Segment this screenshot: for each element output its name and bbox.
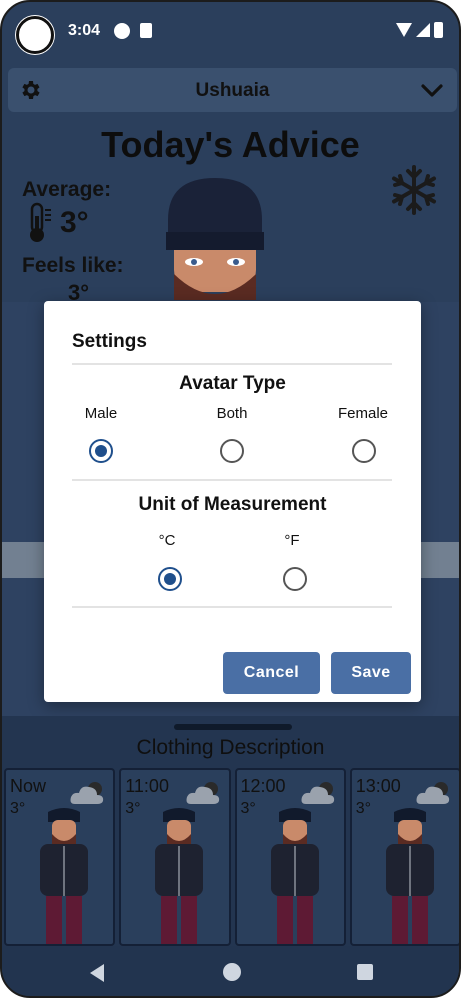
wifi-icon (396, 23, 412, 37)
sheet-drag-handle[interactable] (174, 724, 292, 730)
avatar-figure (385, 808, 434, 944)
option-label-female: Female (337, 405, 389, 422)
forecast-card[interactable]: 12:00 3° (234, 768, 346, 946)
cloud-icon (416, 782, 450, 804)
status-time: 3:04 (68, 22, 101, 39)
signal-icon (416, 23, 430, 37)
option-label-celsius: °C (158, 532, 176, 549)
save-button[interactable]: Save (331, 652, 411, 694)
dialog-title: Settings (72, 331, 147, 352)
option-label-fahrenheit: °F (284, 532, 300, 549)
location-header: Ushuaia (8, 68, 457, 112)
phone-screen: 3:04 Ushuaia Today's Advice Average: 3° (0, 0, 461, 998)
forecast-time: 11:00 (125, 776, 169, 796)
notification-icon (114, 23, 130, 39)
unit-fahrenheit-radio[interactable] (283, 567, 307, 591)
home-icon[interactable] (223, 963, 241, 981)
status-indicators (396, 22, 443, 38)
back-icon[interactable] (90, 964, 104, 982)
avatar-figure (155, 808, 204, 944)
cloud-icon (70, 782, 104, 804)
forecast-cards: Now 3° 11:00 3° 12:00 3° 13:00 3° (4, 768, 459, 946)
unit-section-title: Unit of Measurement (138, 494, 327, 515)
forecast-temp: 3° (125, 800, 141, 817)
feels-like-label: Feels like: (22, 254, 124, 277)
thermometer-icon (30, 202, 51, 242)
avatar-figure (270, 808, 319, 944)
clothing-title: Clothing Description (136, 736, 325, 759)
avatar-head (166, 178, 264, 300)
cancel-button[interactable]: Cancel (223, 652, 320, 694)
location-name: Ushuaia (195, 80, 270, 101)
average-temp-row: 3° (26, 202, 89, 244)
unit-celsius-radio[interactable] (158, 567, 182, 591)
avatar-female-radio[interactable] (352, 439, 376, 463)
forecast-card[interactable]: Now 3° (4, 768, 116, 946)
forecast-time: 12:00 (240, 776, 286, 796)
avatar-figure (40, 808, 88, 944)
forecast-time: Now (10, 776, 47, 796)
avatar-male-radio[interactable] (89, 439, 113, 463)
forecast-card[interactable]: 13:00 3° (349, 768, 459, 946)
option-label-both: Both (216, 405, 248, 422)
status-bar: 3:04 (2, 2, 459, 60)
system-nav-bar (2, 946, 459, 996)
cloud-icon (301, 782, 334, 804)
forecast-card[interactable]: 11:00 3° (119, 768, 231, 946)
snowflake-icon (392, 165, 436, 215)
chevron-down-icon[interactable] (419, 78, 445, 102)
divider (72, 479, 392, 481)
average-temp-value: 3° (60, 206, 89, 239)
forecast-temp: 3° (240, 800, 256, 817)
avatar-both-radio[interactable] (220, 439, 244, 463)
forecast-time: 13:00 (355, 776, 401, 796)
forecast-temp: 3° (355, 800, 372, 817)
sd-card-icon (140, 23, 152, 38)
recent-apps-icon[interactable] (357, 964, 373, 980)
page-title: Today's Advice (101, 124, 360, 165)
average-label: Average: (22, 178, 112, 201)
avatar-type-title: Avatar Type (179, 373, 286, 394)
camera-cutout (16, 16, 54, 54)
settings-dialog: Settings Avatar Type Male Both Female Un… (44, 301, 421, 702)
cloud-icon (186, 782, 219, 804)
clothing-sheet: Clothing Description Now 3° 11:00 3° 12:… (2, 716, 459, 946)
option-label-male: Male (84, 405, 118, 422)
forecast-temp: 3° (10, 800, 26, 817)
divider (72, 363, 392, 365)
divider (72, 606, 392, 608)
battery-icon (434, 22, 443, 38)
